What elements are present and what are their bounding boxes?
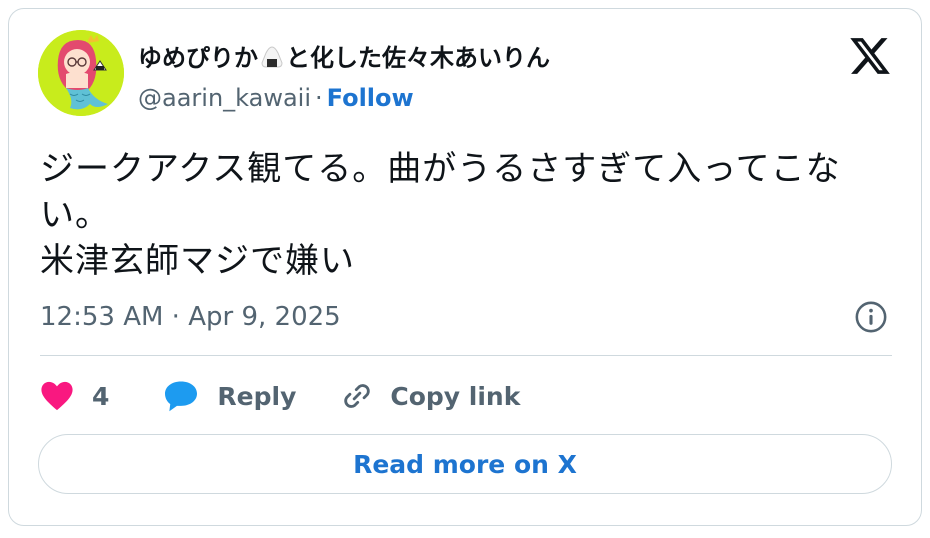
tweet-timestamp[interactable]: 12:53 AM · Apr 9, 2025: [40, 302, 341, 332]
read-more-button[interactable]: Read more on X: [38, 434, 892, 494]
avatar-illustration-icon: [38, 30, 124, 116]
x-logo-icon[interactable]: [848, 34, 892, 78]
link-icon: [344, 384, 371, 408]
separator-dot: ·: [315, 84, 323, 112]
divider: [40, 355, 892, 356]
copy-link-label: Copy link: [390, 381, 521, 411]
heart-icon: [41, 381, 73, 411]
author-name-part1: ゆめぴりか: [138, 44, 258, 72]
author-name-part2: と化した佐々木あいりん: [286, 44, 550, 72]
reply-label: Reply: [217, 381, 297, 411]
author-name[interactable]: ゆめぴりか と化した佐々木あいりん: [138, 38, 550, 75]
like-button[interactable]: 4: [40, 380, 163, 412]
copy-link-button[interactable]: Copy link: [340, 379, 520, 413]
action-bar: 4 Reply Copy link: [40, 372, 520, 420]
tweet-text: ジークアクス観てる。曲がうるさすぎて入ってこない。 米津玄師マジで嫌い: [40, 149, 841, 281]
info-icon[interactable]: [854, 300, 888, 334]
author-handle[interactable]: @aarin_kawaii: [138, 84, 311, 112]
follow-button[interactable]: Follow: [327, 84, 414, 112]
onigiri-emoji-icon: [260, 45, 284, 75]
handle-row: @aarin_kawaii · Follow: [138, 84, 414, 112]
avatar[interactable]: [38, 30, 124, 116]
speech-bubble-icon: [165, 381, 198, 412]
like-count: 4: [92, 381, 110, 411]
reply-button[interactable]: Reply: [163, 380, 340, 412]
